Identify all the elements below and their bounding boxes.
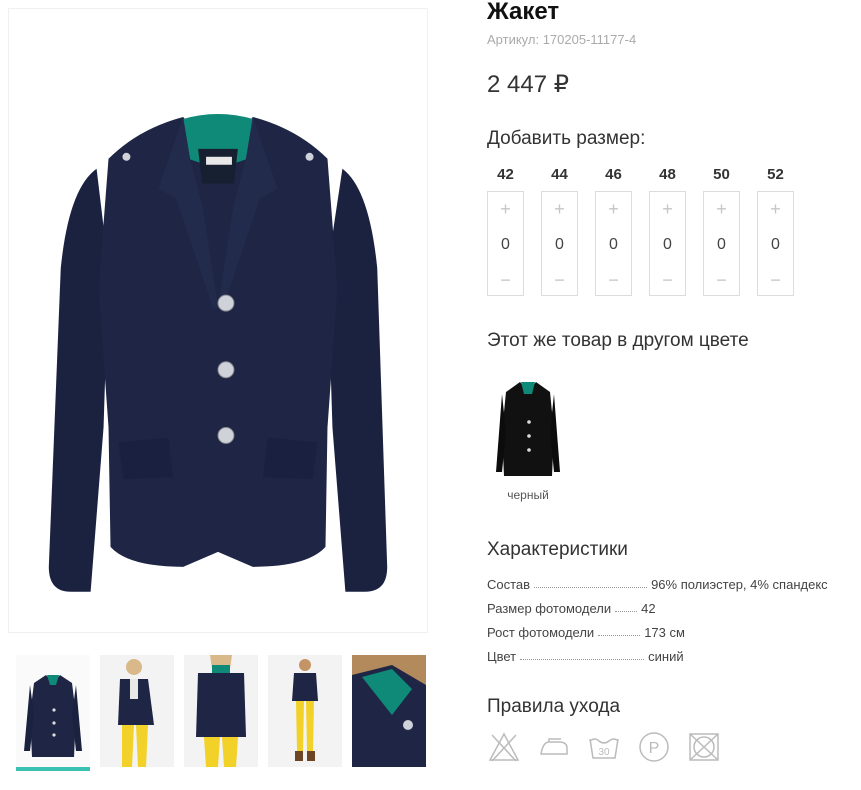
spec-value: 42 xyxy=(641,600,656,616)
thumbnail-1[interactable] xyxy=(16,655,90,771)
size-column-44: 44 +0 − xyxy=(541,165,578,296)
spec-value: 173 см xyxy=(644,624,685,640)
size-column-52: 52 +0 − xyxy=(757,165,794,296)
size-column-46: 46 +0 − xyxy=(595,165,632,296)
decrement-button[interactable]: − xyxy=(500,269,511,291)
product-sku: Артикул: 170205-11177-4 xyxy=(487,32,637,47)
specs-table: Состав 96% полиэстер, 4% спандекс Размер… xyxy=(487,572,847,668)
quantity-stepper: +0 − xyxy=(703,191,740,296)
jacket-image xyxy=(48,113,388,592)
spec-value: синий xyxy=(648,648,684,664)
decrement-button[interactable]: − xyxy=(716,269,727,291)
main-product-image[interactable] xyxy=(8,8,428,633)
model-full-thumb xyxy=(268,655,342,767)
care-heading: Правила ухода xyxy=(487,696,621,717)
increment-button[interactable]: + xyxy=(554,198,565,220)
quantity-stepper: +0 − xyxy=(595,191,632,296)
size-selector: 42 +0 − 44 +0 − 46 +0 − 48 +0 − 50 +0 − 52 +0 − xyxy=(487,165,794,296)
jacket-front-thumb xyxy=(16,655,90,767)
quantity-stepper: +0 − xyxy=(541,191,578,296)
spec-key: Состав xyxy=(487,576,531,592)
decrement-button[interactable]: − xyxy=(608,269,619,291)
thumbnail-5[interactable] xyxy=(352,655,426,767)
size-column-50: 50 +0 − xyxy=(703,165,740,296)
increment-button[interactable]: + xyxy=(500,198,511,220)
spec-row: Размер фотомодели 42 xyxy=(487,596,847,620)
no-bleach-icon xyxy=(488,732,520,762)
quantity-value[interactable]: 0 xyxy=(609,236,618,254)
increment-button[interactable]: + xyxy=(662,198,673,220)
thumbnail-2[interactable] xyxy=(100,655,174,767)
wash-temp-label: 30 xyxy=(598,747,610,758)
size-label: 42 xyxy=(497,166,514,183)
spec-dots xyxy=(615,604,638,612)
size-column-42: 42 +0 − xyxy=(487,165,524,296)
spec-key: Цвет xyxy=(487,648,517,664)
spec-row: Рост фотомодели 173 см xyxy=(487,620,847,644)
spec-dots xyxy=(534,580,648,588)
decrement-button[interactable]: − xyxy=(770,269,781,291)
size-label: 44 xyxy=(551,166,568,183)
thumbnail-strip xyxy=(16,655,426,771)
spec-row: Состав 96% полиэстер, 4% спандекс xyxy=(487,572,847,596)
thumbnail-3[interactable] xyxy=(184,655,258,767)
quantity-value[interactable]: 0 xyxy=(663,236,672,254)
thumbnail-4[interactable] xyxy=(268,655,342,767)
spec-row: Цвет синий xyxy=(487,644,847,668)
decrement-button[interactable]: − xyxy=(554,269,565,291)
spec-key: Размер фотомодели xyxy=(487,600,612,616)
quantity-value[interactable]: 0 xyxy=(501,236,510,254)
dry-clean-letter: P xyxy=(649,740,660,757)
wash-30-icon: 30 xyxy=(589,738,619,759)
model-back-thumb xyxy=(184,655,258,767)
quantity-value[interactable]: 0 xyxy=(555,236,564,254)
spec-dots xyxy=(520,652,645,660)
product-price: 2 447 ₽ xyxy=(487,71,569,98)
dry-clean-p-icon: P xyxy=(639,732,669,762)
no-tumble-dry-icon xyxy=(689,733,719,761)
increment-button[interactable]: + xyxy=(770,198,781,220)
product-title: Жакет xyxy=(487,0,560,25)
quantity-stepper: +0 − xyxy=(487,191,524,296)
quantity-value[interactable]: 0 xyxy=(771,236,780,254)
size-label: 46 xyxy=(605,166,622,183)
iron-icon xyxy=(540,738,568,755)
color-swatch-label: черный xyxy=(507,488,549,502)
specs-heading: Характеристики xyxy=(487,539,628,560)
size-label: 52 xyxy=(767,166,784,183)
spec-key: Рост фотомодели xyxy=(487,624,595,640)
quantity-stepper: +0 − xyxy=(649,191,686,296)
quantity-value[interactable]: 0 xyxy=(717,236,726,254)
color-swatch-black[interactable]: черный xyxy=(490,372,566,502)
spec-value: 96% полиэстер, 4% спандекс xyxy=(651,576,828,592)
size-column-48: 48 +0 − xyxy=(649,165,686,296)
care-icons: 30 P xyxy=(487,730,721,764)
quantity-stepper: +0 − xyxy=(757,191,794,296)
increment-button[interactable]: + xyxy=(716,198,727,220)
jacket-black-thumb xyxy=(496,382,560,476)
collar-detail-thumb xyxy=(352,655,426,767)
size-label: 50 xyxy=(713,166,730,183)
model-side-thumb xyxy=(100,655,174,767)
decrement-button[interactable]: − xyxy=(662,269,673,291)
spec-dots xyxy=(598,628,641,636)
size-label: 48 xyxy=(659,166,676,183)
increment-button[interactable]: + xyxy=(608,198,619,220)
other-colors-heading: Этот же товар в другом цвете xyxy=(487,330,749,351)
sizes-heading: Добавить размер: xyxy=(487,128,646,149)
